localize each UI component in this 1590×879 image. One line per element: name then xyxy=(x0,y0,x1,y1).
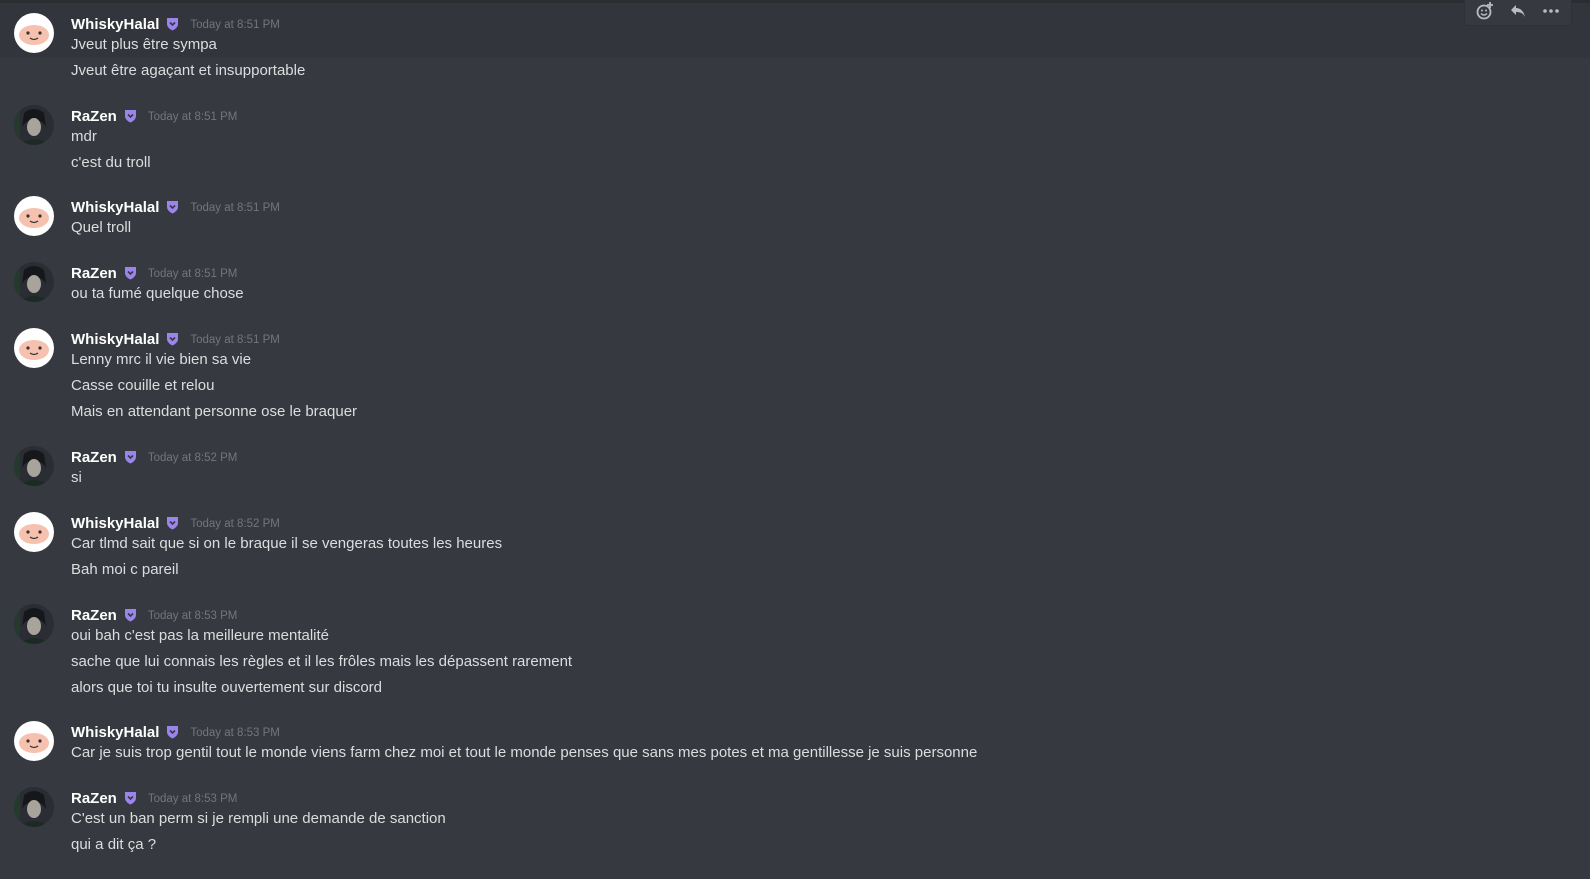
message-text: C'est un ban perm si je rempli une deman… xyxy=(71,810,446,827)
shield-badge-icon xyxy=(124,608,138,622)
message-text: Jveut être agaçant et insupportable xyxy=(71,62,306,79)
avatar[interactable] xyxy=(14,262,54,302)
message-text: ou ta fumé quelque chose xyxy=(71,285,244,302)
message-text: oui bah c'est pas la meilleure mentalité xyxy=(71,627,330,644)
shield-badge-icon xyxy=(124,791,138,805)
avatar[interactable] xyxy=(14,787,54,827)
timestamp: Today at 8:53 PM xyxy=(190,727,280,739)
message-text: Quel troll xyxy=(71,219,132,236)
username[interactable]: WhiskyHalal xyxy=(71,515,159,532)
shield-badge-icon xyxy=(166,516,180,530)
message-text: Mais en attendant personne ose le braque… xyxy=(71,403,358,420)
username[interactable]: RaZen xyxy=(71,108,117,125)
username[interactable]: RaZen xyxy=(71,607,117,624)
more-icon[interactable] xyxy=(1538,0,1564,24)
username[interactable]: RaZen xyxy=(71,790,117,807)
avatar[interactable] xyxy=(14,328,54,368)
message-text: sache que lui connais les règles et il l… xyxy=(71,653,573,670)
avatar[interactable] xyxy=(14,13,54,53)
username[interactable]: WhiskyHalal xyxy=(71,331,159,348)
timestamp: Today at 8:51 PM xyxy=(190,202,280,214)
message-text: Jveut plus être sympa xyxy=(71,36,217,53)
shield-badge-icon xyxy=(166,200,180,214)
shield-badge-icon xyxy=(124,109,138,123)
avatar[interactable] xyxy=(14,512,54,552)
timestamp: Today at 8:51 PM xyxy=(147,111,238,123)
shield-badge-icon xyxy=(124,266,138,280)
message-text: Casse couille et relou xyxy=(71,377,215,394)
timestamp: Today at 8:51 PM xyxy=(190,334,280,346)
timestamp: Today at 8:51 PM xyxy=(190,19,280,31)
message-text: Lenny mrc il vie bien sa vie xyxy=(71,351,252,368)
message-text: si xyxy=(71,469,82,486)
message-text: Car tlmd sait que si on le braque il se … xyxy=(71,535,503,552)
username[interactable]: RaZen xyxy=(71,449,117,466)
message-text: qui a dit ça ? xyxy=(71,836,157,853)
timestamp: Today at 8:53 PM xyxy=(147,610,238,622)
timestamp: Today at 8:52 PM xyxy=(190,518,280,530)
avatar[interactable] xyxy=(14,196,54,236)
message-text: mdr xyxy=(71,128,97,145)
add-reaction-icon[interactable] xyxy=(1472,0,1498,24)
shield-badge-icon xyxy=(166,332,180,346)
message-text: Car je suis trop gentil tout le monde vi… xyxy=(71,744,978,761)
reply-icon[interactable] xyxy=(1505,0,1531,24)
avatar[interactable] xyxy=(14,105,54,145)
username[interactable]: WhiskyHalal xyxy=(71,16,159,33)
avatar[interactable] xyxy=(14,721,54,761)
timestamp: Today at 8:51 PM xyxy=(147,268,238,280)
avatar[interactable] xyxy=(14,446,54,486)
shield-badge-icon xyxy=(166,17,180,31)
shield-badge-icon xyxy=(124,450,138,464)
username[interactable]: WhiskyHalal xyxy=(71,199,159,216)
username[interactable]: RaZen xyxy=(71,265,117,282)
timestamp: Today at 8:53 PM xyxy=(147,793,238,805)
shield-badge-icon xyxy=(166,725,180,739)
message-actions-toolbar xyxy=(1464,0,1572,26)
username[interactable]: WhiskyHalal xyxy=(71,724,159,741)
message-text: Bah moi c pareil xyxy=(71,561,179,578)
avatar[interactable] xyxy=(14,604,54,644)
message-text: c'est du troll xyxy=(71,154,151,171)
message-text: alors que toi tu insulte ouvertement sur… xyxy=(71,679,382,696)
timestamp: Today at 8:52 PM xyxy=(147,452,238,464)
